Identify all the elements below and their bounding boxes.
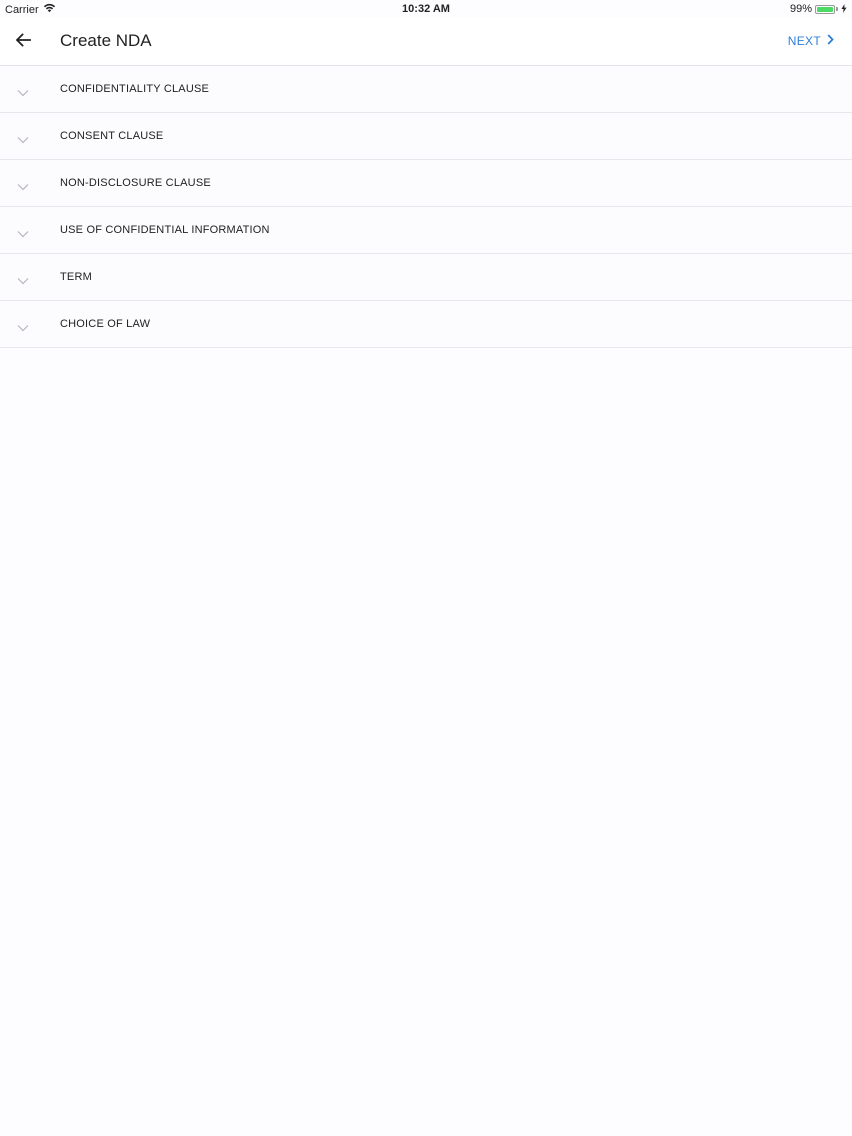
chevron-down-icon[interactable] (17, 178, 29, 191)
clause-list: CONFIDENTIALITY CLAUSE CONSENT CLAUSE NO… (0, 66, 852, 348)
battery-icon (815, 4, 835, 14)
page-title: Create NDA (60, 31, 152, 50)
next-button-label: NEXT (787, 34, 821, 48)
next-button[interactable]: NEXT (788, 34, 834, 48)
chevron-down-icon[interactable] (17, 131, 29, 144)
clause-row-term[interactable]: TERM (0, 254, 852, 301)
clause-label: CHOICE OF LAW (60, 318, 151, 330)
arrow-left-icon (15, 32, 31, 52)
chevron-down-icon[interactable] (17, 319, 29, 332)
status-time: 10:32 AM (402, 3, 450, 15)
clause-label: CONFIDENTIALITY CLAUSE (60, 83, 210, 95)
battery-percent: 99% (789, 3, 812, 15)
status-bar: Carrier 10:32 AM 99% (0, 0, 852, 18)
clause-label: TERM (60, 271, 92, 283)
back-button[interactable] (10, 29, 36, 55)
chevron-down-icon[interactable] (17, 225, 29, 238)
status-right: 99% (790, 3, 847, 15)
chevron-down-icon[interactable] (17, 84, 29, 97)
clause-label: NON-DISCLOSURE CLAUSE (60, 177, 211, 189)
clause-row-non-disclosure[interactable]: NON-DISCLOSURE CLAUSE (0, 160, 852, 207)
chevron-right-icon (827, 34, 834, 48)
app-header: Create NDA NEXT (0, 18, 852, 66)
clause-label: USE OF CONFIDENTIAL INFORMATION (60, 224, 270, 236)
battery-tip (836, 7, 838, 11)
clause-row-use-of-confidential-information[interactable]: USE OF CONFIDENTIAL INFORMATION (0, 207, 852, 254)
clause-row-confidentiality[interactable]: CONFIDENTIALITY CLAUSE (0, 66, 852, 113)
clause-row-choice-of-law[interactable]: CHOICE OF LAW (0, 301, 852, 348)
charging-bolt-icon (841, 3, 847, 15)
clause-label: CONSENT CLAUSE (60, 130, 164, 142)
clause-row-consent[interactable]: CONSENT CLAUSE (0, 113, 852, 160)
chevron-down-icon[interactable] (17, 272, 29, 285)
battery-level-fill (817, 6, 833, 12)
